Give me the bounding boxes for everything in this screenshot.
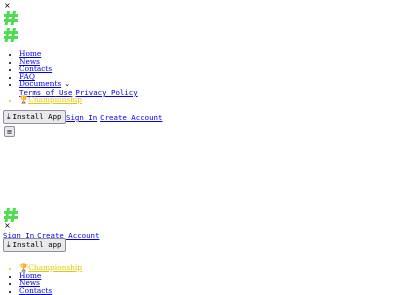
mobile-install-app-label: Install app — [12, 240, 62, 249]
main-nav: Home News Contacts FAQ Documents⌄ — [0, 50, 70, 88]
privacy-policy-link[interactable]: Privacy Policy — [75, 88, 137, 97]
hash-logo-icon[interactable] — [4, 208, 18, 222]
install-app-label: Install App — [12, 112, 62, 121]
nav-item-championship[interactable]: 🏆Championship — [19, 94, 82, 104]
create-account-link[interactable]: Create Account — [100, 113, 162, 122]
nav-item-documents[interactable]: Documents⌄ — [19, 80, 70, 88]
auth-links: Sign In Create Account — [66, 113, 165, 122]
close-drawer-icon[interactable]: × — [4, 222, 11, 230]
close-icon[interactable]: × — [4, 2, 11, 10]
install-app-button[interactable]: ⤓ Install App — [3, 110, 66, 124]
championship-nav: 🏆Championship — [0, 94, 82, 104]
sign-in-link[interactable]: Sign In — [66, 113, 97, 122]
mobile-nav: 🏆Championship Home News Contacts — [0, 264, 82, 294]
mobile-nav-link-contacts[interactable]: Contacts — [19, 286, 52, 295]
trophy-icon: 🏆 — [19, 94, 29, 104]
hash-logo-icon[interactable] — [4, 28, 18, 42]
download-icon: ⤓ — [7, 112, 11, 121]
hamburger-menu-icon[interactable]: ≡ — [4, 126, 15, 137]
hash-logo-icon[interactable] — [4, 11, 18, 25]
nav-link-championship[interactable]: Championship — [28, 95, 82, 104]
download-icon: ⤓ — [7, 240, 11, 249]
mobile-install-app-button[interactable]: ⤓ Install app — [3, 238, 66, 252]
